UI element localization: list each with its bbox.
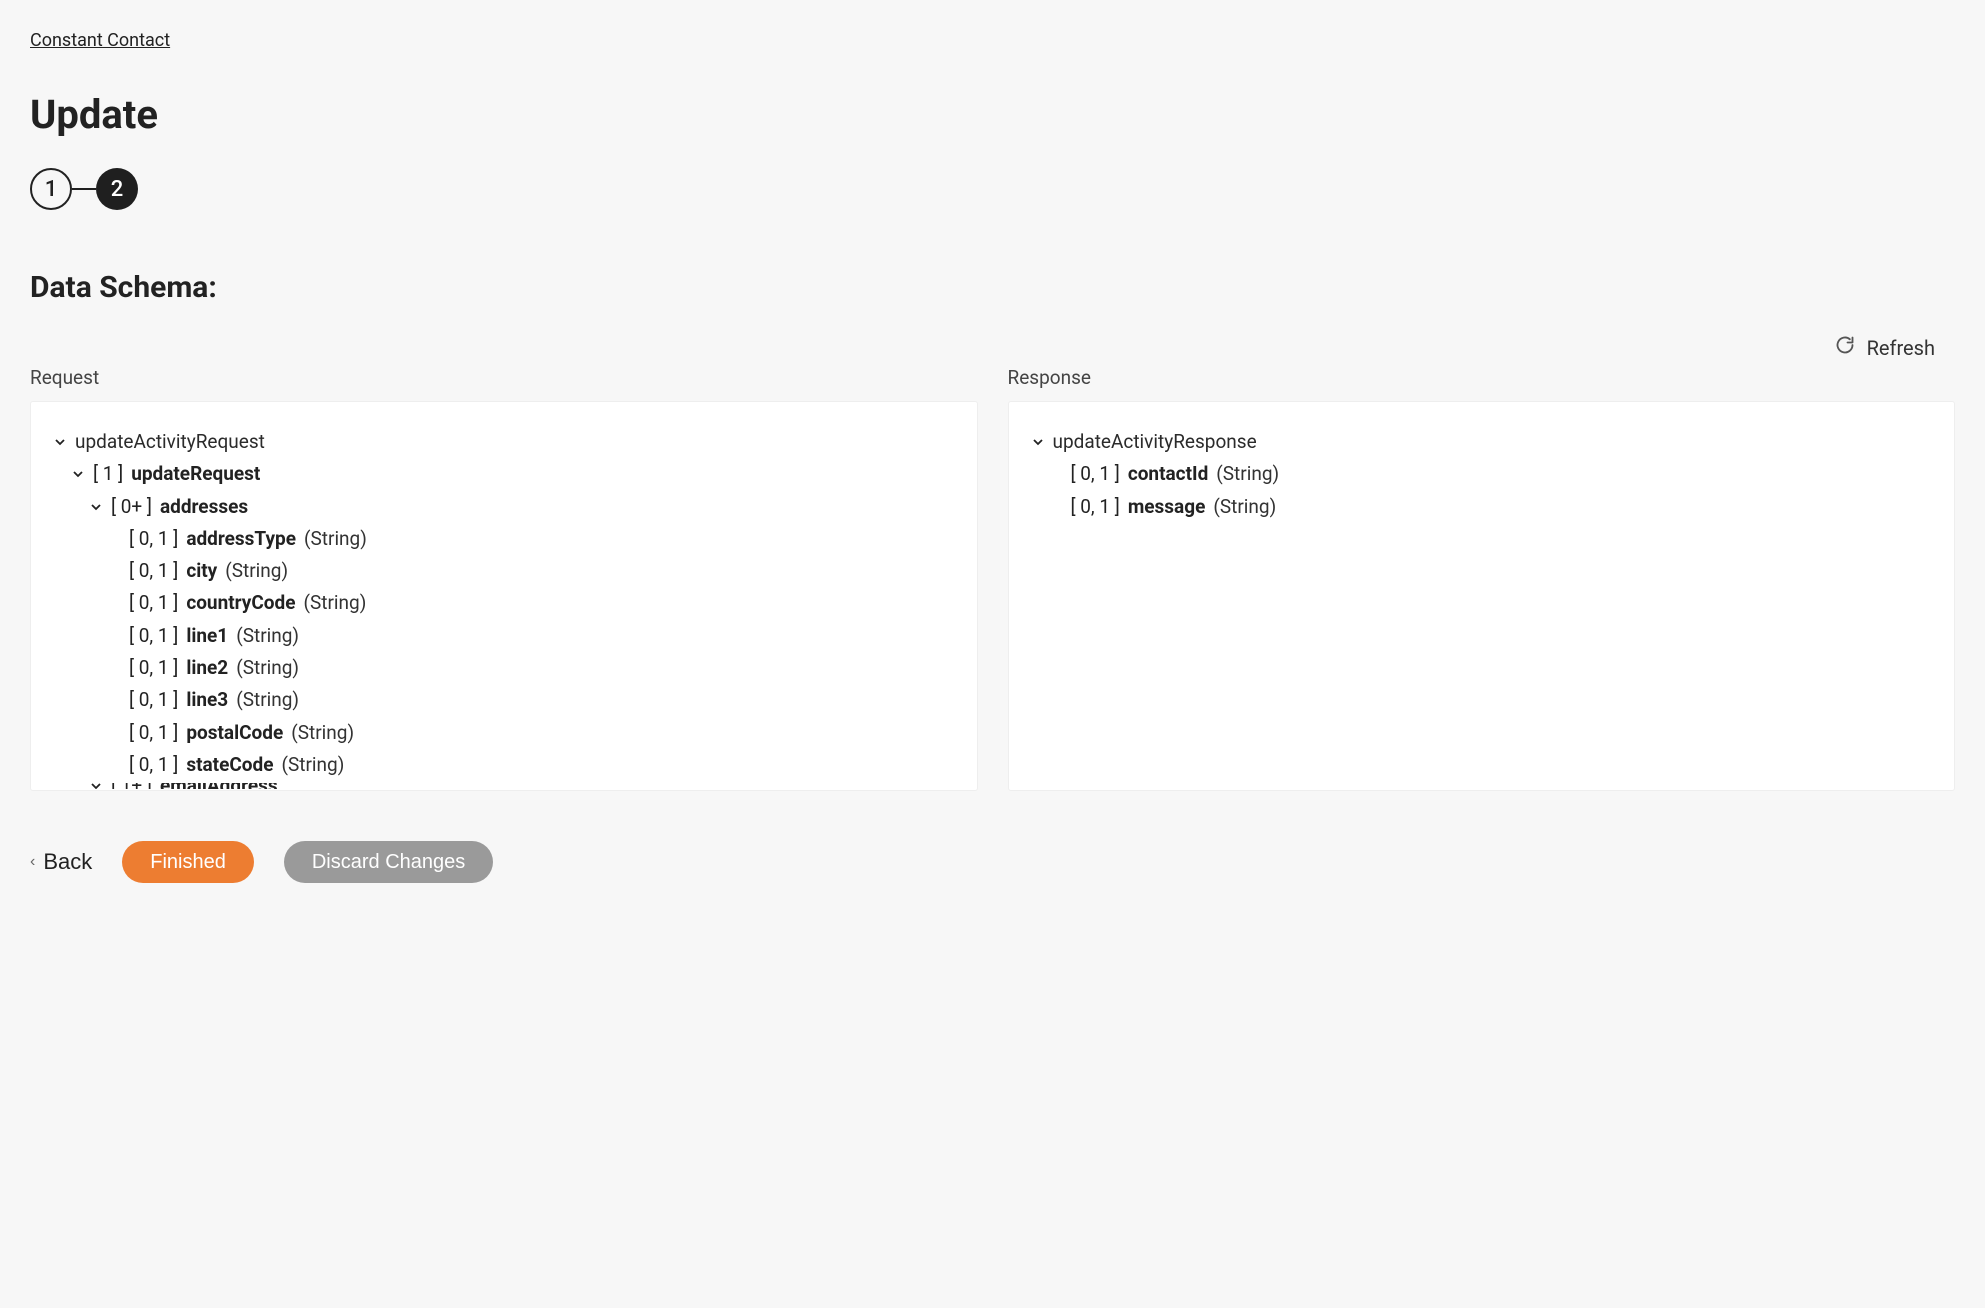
stepper: 1 2 (30, 168, 1955, 210)
request-column-label: Request (30, 366, 978, 389)
back-label: Back (43, 849, 92, 875)
tree-node-root[interactable]: updateActivityResponse (1031, 426, 1933, 458)
node-type: (String) (281, 749, 344, 781)
node-type: (String) (236, 620, 299, 652)
chevron-down-icon (53, 436, 67, 448)
tree-leaf[interactable]: [ 0, 1 ] postalCode (String) (53, 717, 955, 749)
node-label: updateActivityRequest (75, 426, 265, 458)
node-name: postalCode (186, 717, 283, 749)
node-cardinality: [ 0, 1 ] (129, 620, 178, 652)
node-cardinality: [ 1+ ] (111, 783, 152, 789)
step-1[interactable]: 1 (30, 168, 72, 210)
footer-actions: ‹ Back Finished Discard Changes (30, 841, 1955, 883)
node-cardinality: [ 0, 1 ] (129, 523, 178, 555)
step-2[interactable]: 2 (96, 168, 138, 210)
tree-leaf[interactable]: [ 0, 1 ] city (String) (53, 555, 955, 587)
node-cardinality: [ 0, 1 ] (129, 652, 178, 684)
node-type: (String) (1216, 458, 1279, 490)
tree-leaf[interactable]: [ 0, 1 ] line1 (String) (53, 620, 955, 652)
back-button[interactable]: ‹ Back (30, 849, 92, 875)
node-name: message (1128, 491, 1206, 523)
node-cardinality: [ 0, 1 ] (1071, 458, 1120, 490)
node-cardinality: [ 1 ] (93, 458, 123, 490)
request-column: Request updateActivityRequest [ 1 ] upda… (30, 366, 978, 791)
response-schema-box: updateActivityResponse [ 0, 1 ] contactI… (1008, 401, 1956, 791)
node-type: (String) (1213, 491, 1276, 523)
response-column-label: Response (1008, 366, 1956, 389)
tree-node-updateRequest[interactable]: [ 1 ] updateRequest (53, 458, 955, 490)
node-cardinality: [ 0, 1 ] (129, 684, 178, 716)
discard-button[interactable]: Discard Changes (284, 841, 493, 883)
node-cardinality: [ 0, 1 ] (129, 749, 178, 781)
node-type: (String) (236, 684, 299, 716)
response-column: Response updateActivityResponse [ 0, 1 ]… (1008, 366, 1956, 791)
node-cardinality: [ 0+ ] (111, 491, 152, 523)
chevron-down-icon (71, 468, 85, 480)
tree-leaf[interactable]: [ 0, 1 ] addressType (String) (53, 523, 955, 555)
tree-leaf[interactable]: [ 0, 1 ] contactId (String) (1031, 458, 1933, 490)
tree-leaf[interactable]: [ 0, 1 ] line2 (String) (53, 652, 955, 684)
refresh-label: Refresh (1867, 336, 1935, 360)
node-name: addresses (160, 491, 248, 523)
chevron-left-icon: ‹ (30, 853, 35, 871)
tree-node-root[interactable]: updateActivityRequest (53, 426, 955, 458)
node-label: updateActivityResponse (1053, 426, 1257, 458)
request-schema-box: updateActivityRequest [ 1 ] updateReques… (30, 401, 978, 791)
node-type: (String) (291, 717, 354, 749)
tree-node-addresses[interactable]: [ 0+ ] addresses (53, 491, 955, 523)
node-type: (String) (225, 555, 288, 587)
page-title: Update (30, 91, 1955, 138)
tree-leaf[interactable]: [ 0, 1 ] message (String) (1031, 491, 1933, 523)
node-type: (String) (236, 652, 299, 684)
chevron-down-icon (89, 501, 103, 513)
node-name: line1 (186, 620, 228, 652)
chevron-down-icon (1031, 436, 1045, 448)
node-cardinality: [ 0, 1 ] (1071, 491, 1120, 523)
node-name: countryCode (186, 587, 295, 619)
node-type: (String) (304, 523, 367, 555)
node-cardinality: [ 0, 1 ] (129, 587, 178, 619)
breadcrumb-link[interactable]: Constant Contact (30, 30, 170, 51)
tree-leaf[interactable]: [ 0, 1 ] countryCode (String) (53, 587, 955, 619)
finished-button[interactable]: Finished (122, 841, 254, 883)
node-cardinality: [ 0, 1 ] (129, 717, 178, 749)
node-name: line2 (186, 652, 228, 684)
node-name: stateCode (186, 749, 273, 781)
node-name: city (186, 555, 217, 587)
node-name: addressType (186, 523, 296, 555)
refresh-button[interactable]: Refresh (30, 335, 1955, 360)
section-title: Data Schema: (30, 270, 1955, 305)
chevron-down-icon (89, 783, 103, 789)
refresh-icon (1835, 335, 1855, 360)
node-name: updateRequest (131, 458, 260, 490)
tree-node-cutoff: [ 1+ ] emailAddress (53, 783, 955, 789)
tree-leaf[interactable]: [ 0, 1 ] line3 (String) (53, 684, 955, 716)
tree-leaf[interactable]: [ 0, 1 ] stateCode (String) (53, 749, 955, 781)
node-type: (String) (303, 587, 366, 619)
node-name: emailAddress (160, 783, 278, 789)
node-cardinality: [ 0, 1 ] (129, 555, 178, 587)
node-name: contactId (1128, 458, 1208, 490)
step-connector (72, 188, 96, 190)
node-name: line3 (186, 684, 228, 716)
